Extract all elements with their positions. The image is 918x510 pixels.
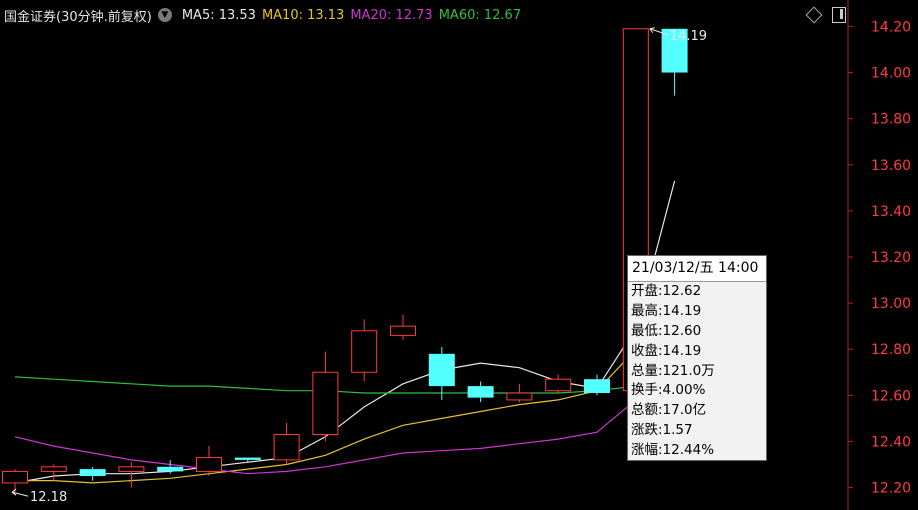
ma-line-ma10 <box>15 272 676 484</box>
ma-line-ma20 <box>14 364 675 475</box>
candle-body-up <box>506 392 533 401</box>
chart-header: 国金证券(30分钟.前复权) ▼ MA5: 13.53 MA10: 13.13 … <box>4 5 527 25</box>
price-axis: 12.20 12.40 12.60 12.80 13.00 13.20 13.40 13.60… <box>848 19 911 497</box>
low-price-label: 12.18 <box>30 490 67 505</box>
tick-label: 13.60 <box>871 158 911 174</box>
tick-label: 13.20 <box>871 250 911 266</box>
tooltip-amount: 总额:17.0亿 <box>631 402 707 419</box>
tick-label: 13.40 <box>871 204 911 220</box>
stock-title: 国金证券(30分钟.前复权) <box>4 9 152 25</box>
ma60-label: MA60: 12.67 <box>438 7 522 23</box>
candle-body-down <box>467 386 494 398</box>
ma10-label: MA10: 13.13 <box>261 7 345 23</box>
candle-body-up <box>40 466 67 472</box>
candle-body-down <box>584 379 610 394</box>
low-arrow <box>11 488 29 497</box>
tick-label: 12.40 <box>871 434 911 450</box>
tick-label: 14.20 <box>871 19 911 35</box>
chart-tools <box>805 6 846 24</box>
candle-body-up <box>118 466 145 472</box>
candle-body-up <box>312 371 339 436</box>
tooltip-datetime: 21/03/12/五 14:00 <box>628 256 766 282</box>
tick-label: 13.00 <box>871 296 911 312</box>
candle-body-down <box>234 457 261 460</box>
candle-body-down <box>157 466 184 472</box>
tooltip-low: 最低:12.60 <box>631 322 702 339</box>
tooltip-close: 收盘:14.19 <box>631 342 702 359</box>
candle-body-down <box>428 353 455 387</box>
ma20-label: MA20: 12.73 <box>350 7 433 23</box>
tick-label: 14.00 <box>871 66 911 82</box>
candle-body-up <box>390 325 416 336</box>
tooltip-volume: 总量:121.0万 <box>631 362 715 379</box>
candle-body-up <box>351 330 378 373</box>
price-tooltip: 21/03/12/五 14:00 开盘:12.62 最高:14.19 最低:12… <box>627 255 767 461</box>
ma5-label: MA5: 13.53 <box>181 7 256 23</box>
ma-line-ma5 <box>14 180 676 484</box>
candle-body-down <box>79 469 106 477</box>
candles <box>2 28 688 493</box>
tooltip-change-pct: 涨幅:12.44% <box>631 442 715 459</box>
diamond-icon[interactable] <box>805 6 823 24</box>
tooltip-high: 最高:14.19 <box>631 302 702 319</box>
tick-label: 12.20 <box>871 481 911 497</box>
panel-toggle-icon[interactable] <box>832 7 846 23</box>
tick-label: 12.60 <box>871 388 911 404</box>
moving-average-lines <box>14 180 676 484</box>
tooltip-open: 开盘:12.62 <box>631 283 702 299</box>
circle-down-icon[interactable]: ▼ <box>157 8 172 22</box>
high-price-label: 14.19 <box>670 29 707 44</box>
price-annotations: 14.19 12.18 <box>11 27 707 505</box>
candle-body-up <box>2 470 28 484</box>
tick-label: 12.80 <box>871 342 911 358</box>
tooltip-change: 涨跌:1.57 <box>631 422 693 439</box>
candle-body-up <box>273 434 300 461</box>
candlestick-chart: 12.20 12.40 12.60 12.80 13.00 13.20 13.40 13.60… <box>2 0 911 510</box>
tick-label: 13.80 <box>871 112 911 128</box>
tooltip-turnover: 换手:4.00% <box>631 382 706 399</box>
candle-body-up <box>196 457 222 472</box>
candle-body-up <box>545 378 572 392</box>
